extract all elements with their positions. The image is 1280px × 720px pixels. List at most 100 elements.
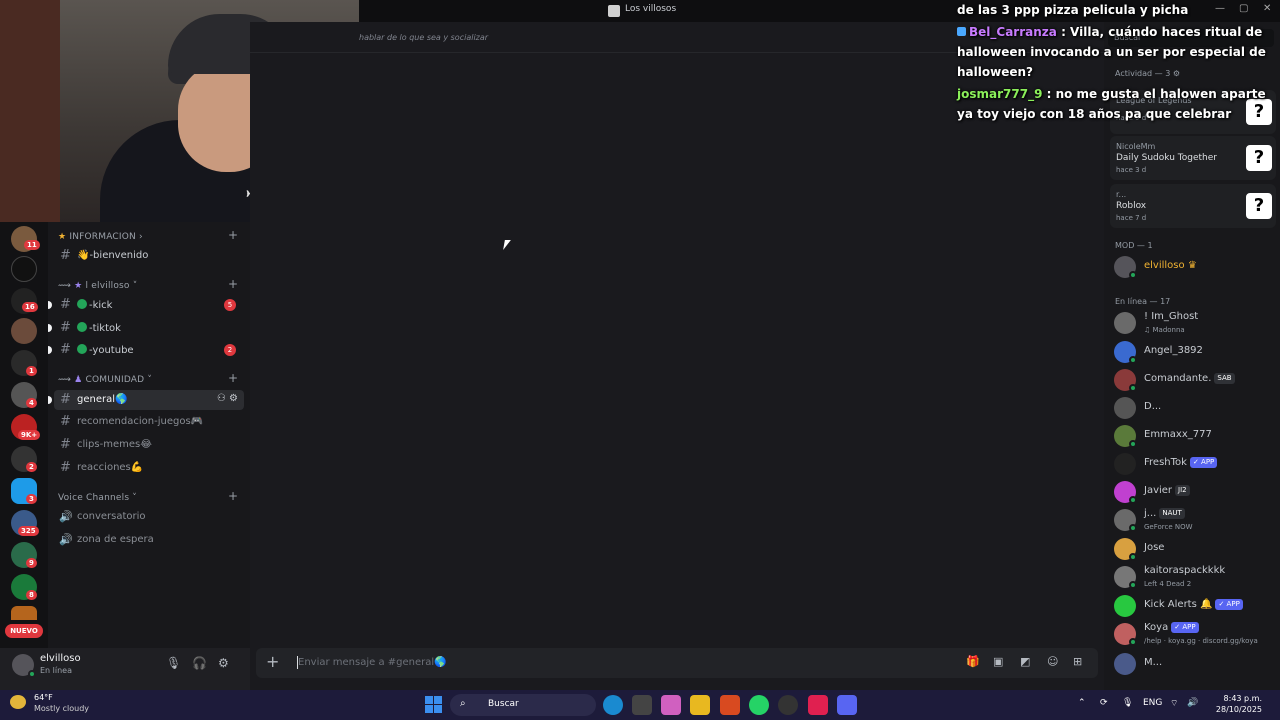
apps-icon[interactable]: ⊞ bbox=[1073, 655, 1082, 668]
folder-icon[interactable] bbox=[690, 695, 710, 715]
gift-icon[interactable]: 🎁 bbox=[966, 655, 980, 668]
system-clock[interactable]: 8:43 p.m. 28/10/2025 bbox=[1210, 693, 1262, 715]
speaker-icon: 🔊 bbox=[59, 510, 73, 523]
mention-badge: 2 bbox=[26, 462, 37, 472]
member-name: M... bbox=[1144, 657, 1163, 668]
microphone-icon[interactable]: 🎙 bbox=[1122, 698, 1133, 708]
member-item[interactable]: D... bbox=[1114, 396, 1274, 422]
microphone-icon[interactable]: 🎙 bbox=[166, 656, 181, 670]
server-icon[interactable] bbox=[11, 256, 37, 282]
add-attachment-icon[interactable]: + bbox=[266, 652, 279, 671]
member-item[interactable]: Angel_3892 bbox=[1114, 340, 1274, 366]
new-badge[interactable]: NUEVO bbox=[5, 624, 43, 638]
channel-reacciones[interactable]: # reacciones💪 bbox=[54, 458, 244, 478]
member-name: elvilloso ♛ bbox=[1144, 260, 1197, 271]
channel-tiktok[interactable]: # -tiktok bbox=[48, 318, 244, 338]
mention-badge: 9 bbox=[26, 558, 37, 568]
voice-channel-conversatorio[interactable]: 🔊 conversatorio bbox=[54, 507, 244, 527]
gif-icon[interactable]: ▣ bbox=[993, 655, 1003, 668]
member-item[interactable]: Koya ✓ APP /help · koya.gg · discord.gg/k… bbox=[1114, 622, 1274, 648]
category-informacion[interactable]: ★ INFORMACION › bbox=[58, 232, 143, 242]
activity-card[interactable]: NicoleMm Daily Sudoku Together hace 3 d … bbox=[1110, 136, 1276, 180]
invite-icon[interactable]: ⚇ bbox=[217, 393, 226, 404]
add-channel-icon[interactable]: + bbox=[228, 228, 238, 242]
wifi-icon[interactable]: ⌔ bbox=[1170, 698, 1178, 709]
brave-icon[interactable] bbox=[720, 695, 740, 715]
chat-message: Bel_Carranza : Villa, cuándo haces ritua… bbox=[957, 22, 1280, 82]
mention-badge: 325 bbox=[18, 526, 39, 536]
category-comunidad[interactable]: ⟿ ♟ COMUNIDAD ˅ bbox=[58, 375, 152, 385]
gear-icon[interactable]: ⚙ bbox=[229, 393, 238, 404]
mention-badge: 8 bbox=[26, 590, 37, 600]
member-item[interactable]: Kick Alerts 🔔 ✓ APP bbox=[1114, 594, 1274, 620]
people-icon: ♟ bbox=[74, 375, 83, 385]
taskbar-search[interactable]: ⌕ Buscar bbox=[450, 694, 596, 716]
sync-icon[interactable]: ⟳ bbox=[1100, 698, 1108, 708]
copilot-icon[interactable] bbox=[661, 695, 681, 715]
sticker-icon[interactable]: ◩ bbox=[1020, 655, 1030, 668]
member-item[interactable]: Javier JI2 bbox=[1114, 480, 1274, 506]
add-channel-icon[interactable]: + bbox=[228, 277, 238, 291]
chevron-up-icon[interactable]: ⌃ bbox=[1078, 698, 1086, 708]
discord-icon[interactable] bbox=[837, 695, 857, 715]
emoji-icon[interactable]: ☺ bbox=[1047, 655, 1058, 668]
language-indicator[interactable]: ENG bbox=[1143, 698, 1162, 708]
member-name: Javier JI2 bbox=[1144, 485, 1190, 496]
chat-username: josmar777_9 bbox=[957, 87, 1043, 101]
member-name: Emmaxx_777 bbox=[1144, 429, 1212, 440]
mention-badge: 5 bbox=[224, 299, 236, 311]
activity-user: r... bbox=[1116, 190, 1127, 199]
tiktok-icon[interactable] bbox=[808, 695, 828, 715]
store-icon[interactable] bbox=[632, 695, 652, 715]
message-composer[interactable]: + Enviar mensaje a #general🌎 🎁 ▣ ◩ ☺ ⊞ bbox=[256, 648, 1098, 678]
server-icon[interactable] bbox=[11, 318, 37, 344]
edge-icon[interactable] bbox=[603, 695, 623, 715]
message-input[interactable]: Enviar mensaje a #general🌎 bbox=[298, 657, 447, 668]
steam-icon[interactable] bbox=[778, 695, 798, 715]
member-item[interactable]: j... NAUT GeForce NOW bbox=[1114, 508, 1274, 534]
category-elvilloso[interactable]: ⟿ ★ l elvilloso ˅ bbox=[58, 281, 137, 291]
member-name: FreshTok ✓ APP bbox=[1144, 457, 1218, 468]
add-channel-icon[interactable]: + bbox=[228, 371, 238, 385]
channel-kick[interactable]: # -kick 5 bbox=[48, 295, 244, 315]
whatsapp-icon[interactable] bbox=[749, 695, 769, 715]
bell-icon: 🔔 bbox=[1200, 599, 1213, 610]
channel-clips-memes[interactable]: # clips-memes😂 bbox=[54, 435, 244, 455]
channel-recomendacion-juegos[interactable]: # recomendacion-juegos🎮 bbox=[54, 412, 244, 432]
channel-label: conversatorio bbox=[77, 511, 146, 522]
windows-start-icon[interactable] bbox=[425, 696, 442, 713]
member-item[interactable]: M... bbox=[1114, 652, 1274, 678]
member-item[interactable]: Comandante. SAB bbox=[1114, 368, 1274, 394]
channel-tools: ⚇ ⚙ bbox=[217, 393, 238, 404]
channel-youtube[interactable]: # -youtube 2 bbox=[48, 340, 244, 360]
member-item[interactable]: Jose bbox=[1114, 537, 1274, 563]
headphones-icon[interactable]: 🎧 bbox=[192, 656, 207, 670]
unread-indicator bbox=[48, 301, 52, 309]
mod-header: MOD — 1 bbox=[1115, 241, 1153, 250]
member-name: D... bbox=[1144, 401, 1162, 412]
gear-icon[interactable]: ⚙ bbox=[218, 656, 229, 670]
channel-label: zona de espera bbox=[77, 534, 154, 545]
online-status-icon bbox=[28, 670, 36, 678]
member-item[interactable]: ! Im_Ghost ♫ Madonna bbox=[1114, 311, 1274, 337]
server-icon[interactable] bbox=[11, 606, 37, 620]
volume-icon[interactable]: 🔊 bbox=[1187, 698, 1198, 708]
channel-general[interactable]: # general🌎 ⚇ ⚙ bbox=[48, 390, 244, 410]
member-name: kaitoraspackkkk bbox=[1144, 565, 1226, 576]
background-door bbox=[0, 0, 60, 222]
channel-bienvenido[interactable]: # 👋-bienvenido bbox=[54, 246, 244, 266]
hash-icon: # bbox=[60, 342, 71, 357]
speaker-icon: 🔊 bbox=[59, 533, 73, 546]
member-item[interactable]: elvilloso ♛ bbox=[1114, 255, 1274, 281]
voice-channel-zona-de-espera[interactable]: 🔊 zona de espera bbox=[54, 530, 244, 550]
member-activity: Left 4 Dead 2 bbox=[1144, 580, 1192, 588]
category-voice[interactable]: Voice Channels ˅ bbox=[58, 493, 137, 503]
activity-card[interactable]: r... Roblox hace 7 d ? bbox=[1110, 184, 1276, 228]
search-icon: ⌕ bbox=[460, 698, 466, 709]
member-item[interactable]: FreshTok ✓ APP bbox=[1114, 452, 1274, 478]
member-item[interactable]: kaitoraspackkkk Left 4 Dead 2 bbox=[1114, 565, 1274, 591]
member-item[interactable]: Emmaxx_777 bbox=[1114, 424, 1274, 450]
hash-icon: # bbox=[60, 248, 71, 263]
add-channel-icon[interactable]: + bbox=[228, 489, 238, 503]
hash-icon: # bbox=[60, 297, 71, 312]
